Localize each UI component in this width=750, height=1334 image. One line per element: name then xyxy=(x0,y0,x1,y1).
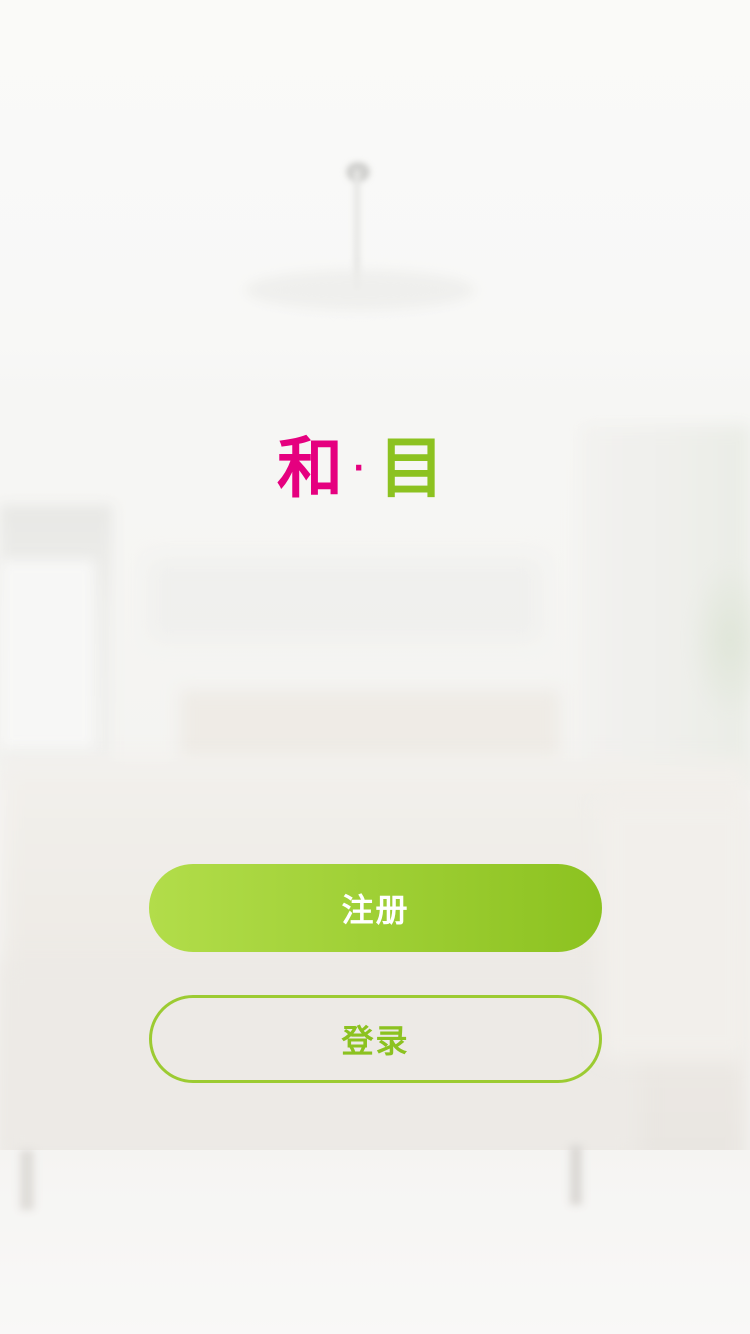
logo-part-right: 目 xyxy=(378,430,445,507)
blurred-living-room-background xyxy=(0,0,750,1334)
register-button-label: 注册 xyxy=(341,891,410,929)
app-logo: 和 · 目 xyxy=(277,432,473,506)
background-light-veil xyxy=(0,0,750,1334)
logo-separator: · xyxy=(353,451,365,486)
login-button[interactable]: 登录 xyxy=(149,995,602,1083)
login-button-label: 登录 xyxy=(341,1022,410,1060)
register-button[interactable]: 注册 xyxy=(149,864,602,952)
logo-part-left: 和 xyxy=(277,430,343,507)
welcome-screen: 和 · 目 注册 登录 xyxy=(0,0,750,1334)
